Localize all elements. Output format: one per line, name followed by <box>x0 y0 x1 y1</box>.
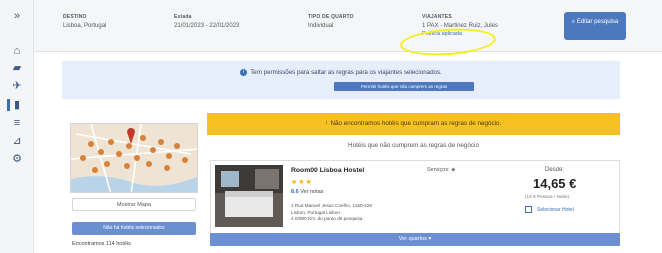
search-icon: ⌕ <box>571 19 576 25</box>
hotel-address: 1 Rua Manuel Jesus Coelho, 1150-228 Lisb… <box>291 203 421 223</box>
stay-label: Estada <box>174 14 192 20</box>
show-map-button[interactable]: Mostrar Mapa <box>72 198 196 211</box>
noncompliant-subheading: Hotéis que não cumprem as regras de negó… <box>348 142 479 149</box>
travelers-label: VIAJANTES <box>422 14 452 20</box>
allow-noncompliant-button[interactable]: Permitir hotéis que não cumprem as regra… <box>334 82 474 91</box>
warning-icon: ! <box>325 120 328 127</box>
hotel-stars: ★★★ <box>291 179 313 186</box>
hotel-name[interactable]: Room00 Lisboa Hostel <box>291 167 364 174</box>
select-hotel-label[interactable]: Selecionar Hotel <box>537 207 574 213</box>
permissions-banner: i Tem permissões para saltar as regras pa… <box>62 61 620 99</box>
warning-banner: ! Não encontramos hotéis que cumpram as r… <box>207 113 620 135</box>
view-rooms-button[interactable]: Ver quartos ▾ <box>210 233 620 246</box>
map-image <box>71 124 197 192</box>
flight-icon[interactable]: ✈ <box>10 80 24 92</box>
no-selected-hotels-button[interactable]: Não há hotéis selecionados <box>72 222 196 235</box>
destination-label: DESTINO <box>63 14 87 20</box>
expand-icon[interactable]: » <box>10 10 24 22</box>
edit-search-button[interactable]: ⌕ Editar pesquisa <box>564 12 626 40</box>
room-type-value: Individual <box>308 23 334 29</box>
hotel-icon[interactable]: ▮ <box>7 99 21 111</box>
destination-field[interactable]: DESTINO Lisboa, Portugal <box>63 14 106 29</box>
stay-field[interactable]: Estada 21/01/2023 - 22/01/2023 <box>174 14 239 29</box>
edit-search-label: Editar pesquisa <box>576 19 619 25</box>
warning-text: Não encontramos hotéis que cumpram as re… <box>330 120 502 127</box>
settings-icon[interactable]: ⚙ <box>10 153 24 165</box>
from-label: Desde: <box>545 167 565 173</box>
select-hotel-checkbox[interactable] <box>525 206 532 213</box>
left-sidebar: » ⌂ ▰ ✈ ▮ ≡ ⊿ ⚙ <box>0 0 34 253</box>
hotels-found-count: Encontramos 114 hotéis <box>72 241 131 247</box>
hotel-photo[interactable] <box>215 165 283 227</box>
reviews-link[interactable]: 8.6 Ver notas <box>291 189 323 195</box>
permissions-text: Tem permissões para saltar as regras par… <box>250 69 442 77</box>
car-icon[interactable]: ▰ <box>10 62 24 74</box>
room-type-field[interactable]: TIPO DE QUARTO Individual <box>308 14 354 29</box>
map-preview[interactable] <box>70 123 198 193</box>
services: Serviços: ◈ <box>427 167 455 173</box>
chart-icon[interactable]: ⊿ <box>10 135 24 147</box>
wifi-icon: ◈ <box>451 167 456 173</box>
stay-dates: 21/01/2023 - 22/01/2023 <box>174 23 240 29</box>
price-per-night: (14 € Pessoa / Noite) <box>525 194 570 199</box>
hotel-room-image <box>215 165 283 227</box>
hotel-card: Room00 Lisboa Hostel ★★★ 8.6 Ver notas 1… <box>210 160 620 234</box>
distance-text: 4.0/990 Km. do ponto de pesquisa. <box>291 216 364 221</box>
search-summary-bar: DESTINO Lisboa, Portugal Estada 21/01/20… <box>34 0 662 52</box>
rating-value: 8.6 <box>291 189 299 195</box>
list-icon[interactable]: ≡ <box>10 117 24 129</box>
hotel-price: 14,65 € <box>533 176 577 191</box>
hotel-search-page: » ⌂ ▰ ✈ ▮ ≡ ⊿ ⚙ DESTINO Lisboa, Portugal… <box>0 0 662 253</box>
home-icon[interactable]: ⌂ <box>10 45 24 57</box>
reviews-label: Ver notas <box>300 189 324 195</box>
destination-value: Lisboa, Portugal <box>63 23 107 29</box>
room-type-label: TIPO DE QUARTO <box>308 14 354 20</box>
services-label: Serviços: <box>427 167 450 173</box>
info-icon: i <box>240 69 248 76</box>
